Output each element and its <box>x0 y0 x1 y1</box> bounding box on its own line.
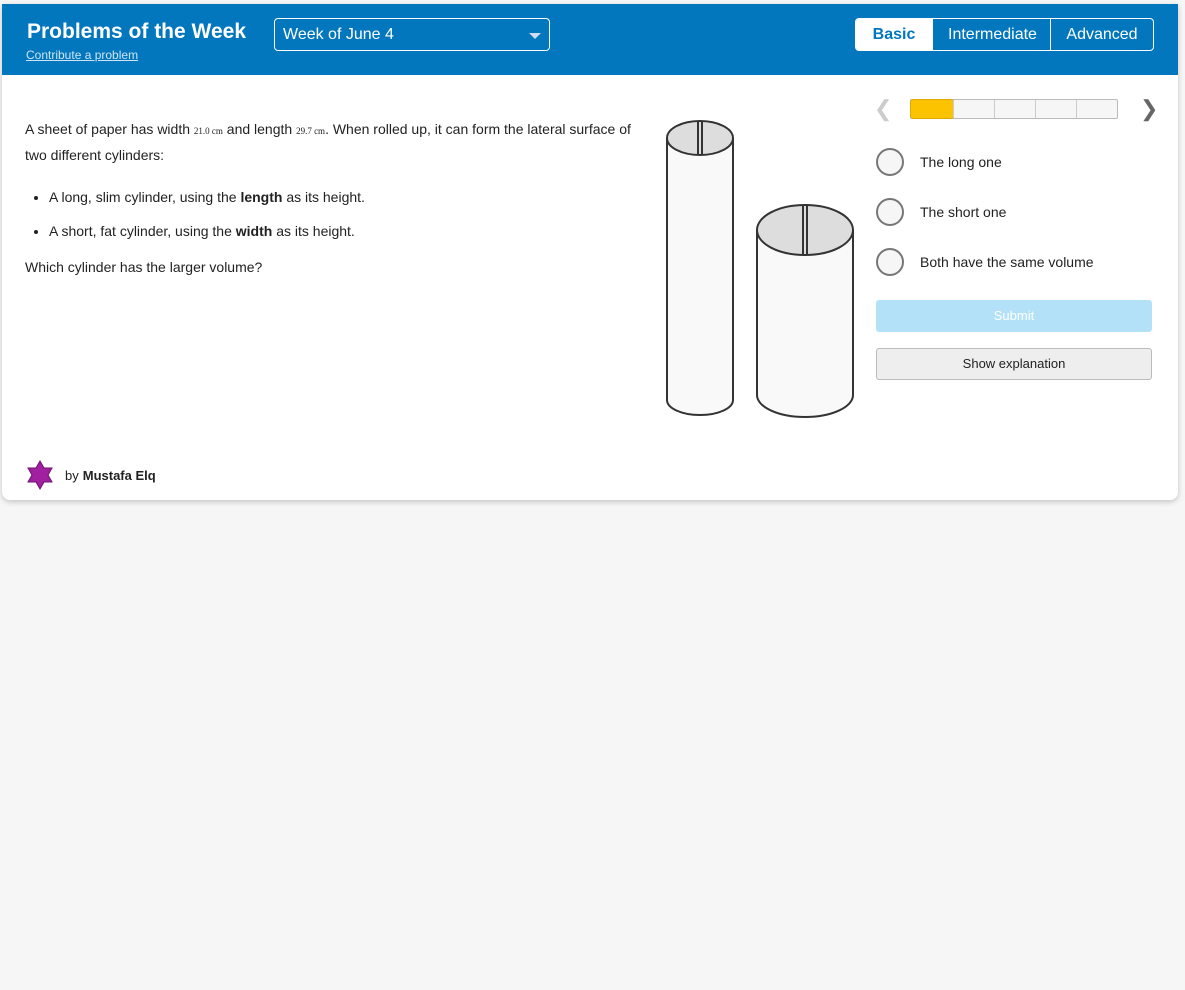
width-value: 21.0 cm <box>193 126 223 136</box>
choice-label: Both have the same volume <box>920 254 1094 270</box>
tall-cylinder <box>666 120 734 416</box>
choice-label: The long one <box>920 154 1002 170</box>
tab-intermediate[interactable]: Intermediate <box>932 19 1050 50</box>
contribute-link[interactable]: Contribute a problem <box>26 48 138 62</box>
tab-basic[interactable]: Basic <box>856 19 932 50</box>
cylinders-figure <box>666 120 854 418</box>
choice-same[interactable]: Both have the same volume <box>876 248 1094 276</box>
next-problem-button[interactable]: ❯ <box>1140 96 1158 122</box>
choice-long[interactable]: The long one <box>876 148 1002 176</box>
show-explanation-button[interactable]: Show explanation <box>876 348 1152 380</box>
level-tabs: Basic Intermediate Advanced <box>855 18 1154 51</box>
submit-button[interactable]: Submit <box>876 300 1152 332</box>
header: Problems of the Week Contribute a proble… <box>2 4 1178 75</box>
chevron-down-icon <box>529 33 541 39</box>
author-by: by <box>65 467 79 483</box>
progress-bar <box>910 99 1118 119</box>
tab-advanced[interactable]: Advanced <box>1050 19 1153 50</box>
list-item: A long, slim cylinder, using the length … <box>49 185 645 209</box>
choice-short[interactable]: The short one <box>876 198 1006 226</box>
text: and length <box>222 121 297 137</box>
choice-label: The short one <box>920 204 1007 220</box>
problem-text: A sheet of paper has width 21.0 cm and l… <box>25 117 645 297</box>
radio-button[interactable] <box>876 248 904 276</box>
week-select[interactable]: Week of June 4 <box>274 18 550 51</box>
length-value: 29.7 cm <box>296 126 326 136</box>
week-select-value: Week of June 4 <box>283 26 394 43</box>
prev-problem-button[interactable]: ❮ <box>874 96 892 122</box>
page-title: Problems of the Week <box>27 20 247 43</box>
star-logo-icon <box>27 460 53 490</box>
radio-button[interactable] <box>876 148 904 176</box>
list-item: A short, fat cylinder, using the width a… <box>49 219 645 243</box>
text: A sheet of paper has width <box>25 121 194 137</box>
radio-button[interactable] <box>876 198 904 226</box>
short-cylinder <box>756 204 854 418</box>
author: by Mustafa Elq <box>25 460 156 490</box>
author-name: Mustafa Elq <box>82 467 156 483</box>
question: Which cylinder has the larger volume? <box>25 259 263 275</box>
